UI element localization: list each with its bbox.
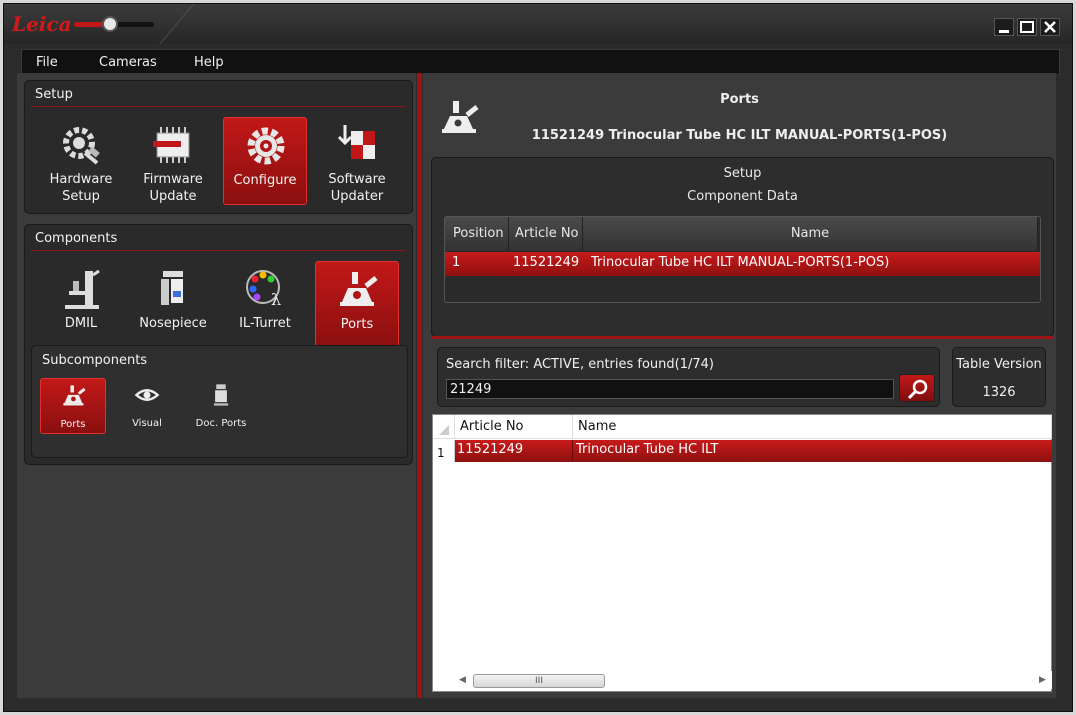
sub-ports-button[interactable]: Ports [40, 378, 106, 434]
horizontal-scrollbar[interactable]: ◀ III ▶ [455, 671, 1052, 689]
software-update-icon [337, 125, 375, 159]
section-divider [431, 336, 1054, 339]
table-version-label: Table Version [956, 357, 1042, 372]
sub-visual-label: Visual [132, 418, 162, 429]
subcomponents-group: Subcomponents Ports Visual Doc. Ports [31, 345, 408, 458]
configure-button[interactable]: Configure [223, 117, 307, 205]
ports-label: Ports [340, 317, 374, 332]
navigation-panel: Setup Hardware Setup Firmware Update Con… [17, 73, 416, 698]
grid-row-number[interactable]: 1 [433, 440, 455, 462]
microscope-icon [65, 269, 100, 309]
firmware-update-label: Firmware Update [143, 172, 203, 204]
minimize-icon[interactable] [994, 18, 1014, 36]
camera-port-icon [213, 384, 229, 406]
grid-cell-article-no: 11521249 [457, 442, 524, 457]
components-group: Components DMIL Nosepiece λ IL-Turret Po… [24, 224, 413, 465]
configure-label: Configure [233, 173, 297, 188]
setup-group-title: Setup [35, 87, 73, 102]
table-row[interactable]: 1 11521249 Trinocular Tube HC ILT MANUAL… [445, 252, 1040, 276]
software-updater-label: Software Updater [328, 172, 386, 204]
sub-ports-label: Ports [60, 419, 86, 430]
gear-plug-icon [63, 127, 100, 165]
results-grid: Article No Name 1 11521249 Trinocular Tu… [432, 414, 1052, 692]
menu-help[interactable]: Help [194, 55, 224, 70]
hardware-setup-button[interactable]: Hardware Setup [39, 117, 123, 205]
nosepiece-label: Nosepiece [139, 316, 207, 331]
nosepiece-button[interactable]: Nosepiece [131, 261, 215, 349]
components-group-title: Components [35, 231, 118, 246]
grid-cell-name: Trinocular Tube HC ILT [576, 442, 719, 457]
grid-header-article-no[interactable]: Article No [455, 415, 573, 439]
eye-icon [134, 389, 160, 401]
table-version-value: 1326 [982, 385, 1016, 400]
ports-button[interactable]: Ports [315, 261, 399, 349]
search-button[interactable] [899, 374, 935, 402]
table-row[interactable]: 11521249 Trinocular Tube HC ILT [455, 440, 1052, 462]
il-turret-button[interactable]: λ IL-Turret [223, 261, 307, 349]
detail-panel: Ports 11521249 Trinocular Tube HC ILT MA… [423, 73, 1056, 698]
software-updater-button[interactable]: Software Updater [315, 117, 399, 205]
row-article-no: 11521249 [513, 255, 580, 270]
component-data-table: Position Article No Name 1 11521249 Trin… [444, 216, 1041, 303]
scroll-left-icon[interactable]: ◀ [459, 675, 466, 685]
row-name: Trinocular Tube HC ILT MANUAL-PORTS(1-PO… [591, 255, 890, 270]
component-data-label: Component Data [687, 189, 798, 204]
setup-group: Setup Hardware Setup Firmware Update Con… [24, 80, 413, 214]
dmil-button[interactable]: DMIL [39, 261, 123, 349]
subcomponents-group-title: Subcomponents [42, 353, 148, 368]
search-input[interactable] [446, 379, 894, 399]
column-header-name[interactable]: Name [583, 217, 1038, 251]
sub-doc-ports-label: Doc. Ports [195, 418, 247, 429]
ports-icon [63, 385, 86, 406]
panel-splitter[interactable] [417, 73, 422, 698]
column-header-position[interactable]: Position [445, 217, 509, 251]
chip-icon [153, 127, 190, 163]
maximize-icon[interactable] [1017, 18, 1037, 36]
grid-corner[interactable] [433, 415, 455, 439]
nosepiece-icon [161, 271, 183, 305]
table-version-box: Table Version 1326 [952, 347, 1046, 407]
component-setup-box: Setup Component Data Position Article No… [431, 157, 1054, 337]
hardware-setup-label: Hardware Setup [49, 172, 113, 204]
setup-label: Setup [723, 166, 762, 181]
row-position: 1 [452, 255, 461, 270]
scrollbar-thumb[interactable]: III [473, 674, 605, 688]
menu-file[interactable]: File [36, 55, 58, 70]
zoom-slider-handle[interactable] [102, 16, 118, 32]
menu-bar: File Cameras Help [21, 49, 1060, 75]
dmil-label: DMIL [64, 316, 98, 331]
svg-text:λ: λ [271, 290, 281, 309]
menu-cameras[interactable]: Cameras [99, 55, 157, 70]
title-bar[interactable]: Leica [4, 4, 1072, 44]
column-header-article-no[interactable]: Article No [509, 217, 583, 251]
il-turret-icon: λ [246, 270, 281, 309]
detail-title: Ports [720, 92, 759, 107]
firmware-update-button[interactable]: Firmware Update [131, 117, 215, 205]
search-filter-label: Search filter: ACTIVE, entries found(1/7… [446, 357, 714, 372]
ports-icon [340, 272, 378, 306]
search-filter-box: Search filter: ACTIVE, entries found(1/7… [437, 347, 940, 407]
grid-header-name[interactable]: Name [573, 415, 1052, 439]
sub-doc-ports-button[interactable]: Doc. Ports [188, 378, 254, 434]
scroll-right-icon[interactable]: ▶ [1039, 675, 1046, 685]
sub-visual-button[interactable]: Visual [114, 378, 180, 434]
il-turret-label: IL-Turret [239, 316, 291, 331]
close-icon[interactable] [1040, 18, 1060, 36]
detail-subtitle: 11521249 Trinocular Tube HC ILT MANUAL-P… [531, 128, 948, 143]
search-icon [907, 379, 928, 400]
gear-icon [247, 127, 285, 165]
